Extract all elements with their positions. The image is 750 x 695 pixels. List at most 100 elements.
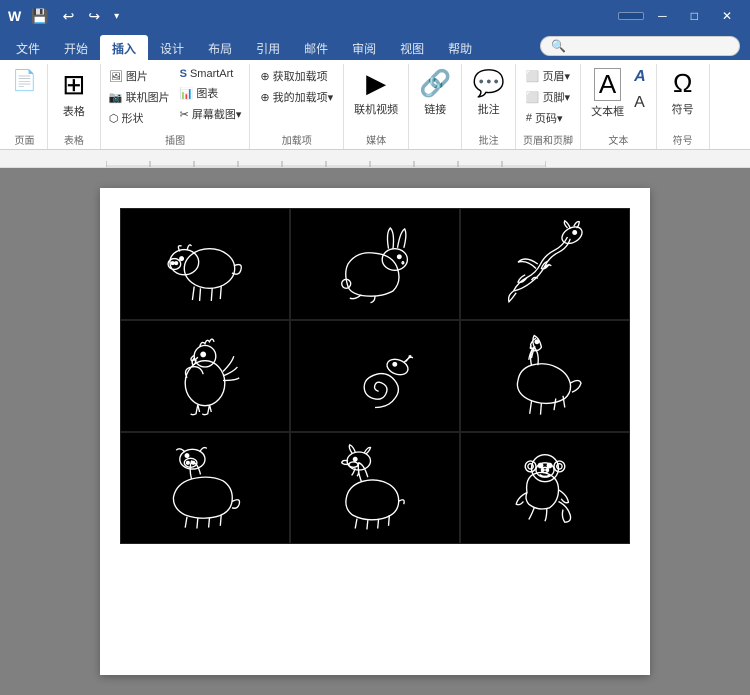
ribbon-search-bar[interactable]: 🔍 — [540, 36, 740, 56]
tab-view[interactable]: 视图 — [388, 35, 436, 60]
undo-btn[interactable]: ↩ — [59, 6, 79, 27]
page-number-btn[interactable]: # 页码▾ — [522, 108, 574, 128]
picture-btn[interactable]: 🖼 图片 — [105, 66, 174, 86]
table-btn[interactable]: ⊞ 表格 — [54, 66, 94, 121]
table-icon: ⊞ — [62, 68, 85, 101]
footer-btn[interactable]: ⬜ 页脚▾ — [522, 87, 574, 107]
online-picture-btn[interactable]: 📷 联机图片 — [105, 87, 174, 107]
search-icon: 🔍 — [551, 39, 566, 53]
group-table: ⊞ 表格 表格 — [48, 64, 101, 149]
wordart-btn[interactable]: A — [630, 66, 650, 88]
textbox-label: 文本框 — [591, 103, 624, 119]
ribbon-content: 📄 页面 ⊞ 表格 表格 🖼 图片 📷 联机图片 — [0, 60, 750, 150]
wordart-icon: A — [634, 68, 646, 86]
rooster-svg — [160, 331, 250, 421]
dropcap-icon: A — [634, 94, 645, 112]
tab-mailings[interactable]: 邮件 — [292, 35, 340, 60]
minimize-button[interactable]: ─ — [648, 5, 677, 27]
chart-label: 图表 — [196, 85, 218, 101]
group-page: 📄 页面 — [2, 64, 48, 149]
zodiac-snake — [290, 320, 460, 432]
tab-help[interactable]: 帮助 — [436, 35, 484, 60]
tab-review[interactable]: 审阅 — [340, 35, 388, 60]
my-addins-btn[interactable]: ⊕ 我的加载项▾ — [256, 87, 337, 107]
comment-btn[interactable]: 💬 批注 — [468, 66, 508, 119]
redo-btn[interactable]: ↪ — [84, 6, 104, 27]
symbol-label: 符号 — [672, 101, 694, 117]
smartart-btn[interactable]: S SmartArt — [176, 66, 246, 82]
shape-btn[interactable]: ⬡ 形状 — [105, 108, 174, 128]
symbol-btn[interactable]: Ω 符号 — [663, 66, 703, 119]
table-group-content: ⊞ 表格 — [54, 66, 94, 132]
page-btn[interactable]: 📄 — [8, 66, 41, 95]
tab-layout[interactable]: 布局 — [196, 35, 244, 60]
chart-btn[interactable]: 📊 图表 — [176, 83, 246, 103]
group-label-addins: 加载项 — [256, 132, 337, 149]
textbox-btn[interactable]: A 文本框 — [587, 66, 628, 121]
close-button[interactable]: ✕ — [712, 5, 742, 27]
page-group-content: 📄 — [8, 66, 41, 132]
online-video-icon: ▶ — [366, 68, 386, 99]
goat-svg — [330, 443, 420, 533]
monkey-svg — [500, 443, 590, 533]
my-addins-icon: ⊕ — [260, 91, 269, 104]
symbol-group-content: Ω 符号 — [663, 66, 703, 132]
dragon-svg — [500, 219, 590, 309]
online-video-btn[interactable]: ▶ 联机视频 — [350, 66, 402, 119]
tab-home[interactable]: 开始 — [52, 35, 100, 60]
zodiac-horse — [460, 320, 630, 432]
symbol-icon: Ω — [673, 68, 692, 99]
addins-col: ⊕ 获取加载项 ⊕ 我的加载项▾ — [256, 66, 337, 107]
document-area — [0, 168, 750, 695]
online-video-label: 联机视频 — [354, 101, 398, 117]
search-input[interactable] — [570, 40, 729, 52]
page-icon: 📄 — [12, 68, 37, 93]
title-bar-left: W 💾 ↩ ↪ ▾ — [8, 6, 123, 27]
login-button[interactable] — [618, 12, 644, 20]
screenshot-btn[interactable]: ✂ 屏幕截图▾ — [176, 104, 246, 124]
group-label-media: 媒体 — [350, 132, 402, 149]
chart-icon: 📊 — [180, 87, 194, 100]
shape-label: 形状 — [122, 110, 144, 126]
picture-icon: 🖼 — [109, 70, 123, 83]
link-label: 链接 — [424, 101, 446, 117]
get-addins-icon: ⊕ — [260, 70, 269, 83]
table-label: 表格 — [63, 103, 85, 119]
tab-file[interactable]: 文件 — [4, 35, 52, 60]
group-symbol: Ω 符号 符号 — [657, 64, 710, 149]
smartart-icon: S — [180, 68, 187, 80]
group-label-page: 页面 — [8, 132, 41, 149]
header-footer-col: ⬜ 页眉▾ ⬜ 页脚▾ # 页码▾ — [522, 66, 574, 128]
group-label-illustration: 插图 — [105, 132, 245, 149]
word-logo: W — [8, 8, 21, 24]
text-group-content: A 文本框 A A — [587, 66, 650, 132]
group-media: ▶ 联机视频 媒体 — [344, 64, 409, 149]
group-text: A 文本框 A A 文本 — [581, 64, 657, 149]
header-footer-content: ⬜ 页眉▾ ⬜ 页脚▾ # 页码▾ — [522, 66, 574, 132]
online-picture-label: 联机图片 — [126, 89, 170, 105]
title-bar: W 💾 ↩ ↪ ▾ ─ □ ✕ — [0, 0, 750, 32]
ruler-svg — [106, 151, 546, 167]
screenshot-label: 屏幕截图▾ — [192, 106, 242, 122]
zodiac-pig — [120, 208, 290, 320]
save-quick-btn[interactable]: 💾 — [27, 6, 52, 27]
ribbon-tabs: 文件 开始 插入 设计 布局 引用 邮件 审阅 视图 帮助 🔍 — [0, 32, 750, 60]
get-addins-label: 获取加载项 — [273, 68, 328, 84]
tab-references[interactable]: 引用 — [244, 35, 292, 60]
footer-icon: ⬜ — [526, 91, 540, 104]
ruler-bar — [0, 150, 750, 168]
restore-button[interactable]: □ — [681, 5, 708, 27]
footer-label: 页脚▾ — [543, 89, 571, 105]
tab-design[interactable]: 设计 — [148, 35, 196, 60]
illustration-group-content: 🖼 图片 📷 联机图片 ⬡ 形状 S SmartArt 📊 — [105, 66, 245, 132]
comment-group-content: 💬 批注 — [468, 66, 508, 132]
title-bar-controls: ─ □ ✕ — [618, 5, 742, 27]
document-page — [100, 188, 650, 675]
link-btn[interactable]: 🔗 链接 — [415, 66, 455, 119]
get-addins-btn[interactable]: ⊕ 获取加载项 — [256, 66, 337, 86]
customize-quick-btn[interactable]: ▾ — [110, 9, 123, 24]
comment-icon: 💬 — [472, 68, 504, 99]
dropcap-btn[interactable]: A — [630, 92, 650, 114]
tab-insert[interactable]: 插入 — [100, 35, 148, 60]
header-btn[interactable]: ⬜ 页眉▾ — [522, 66, 574, 86]
